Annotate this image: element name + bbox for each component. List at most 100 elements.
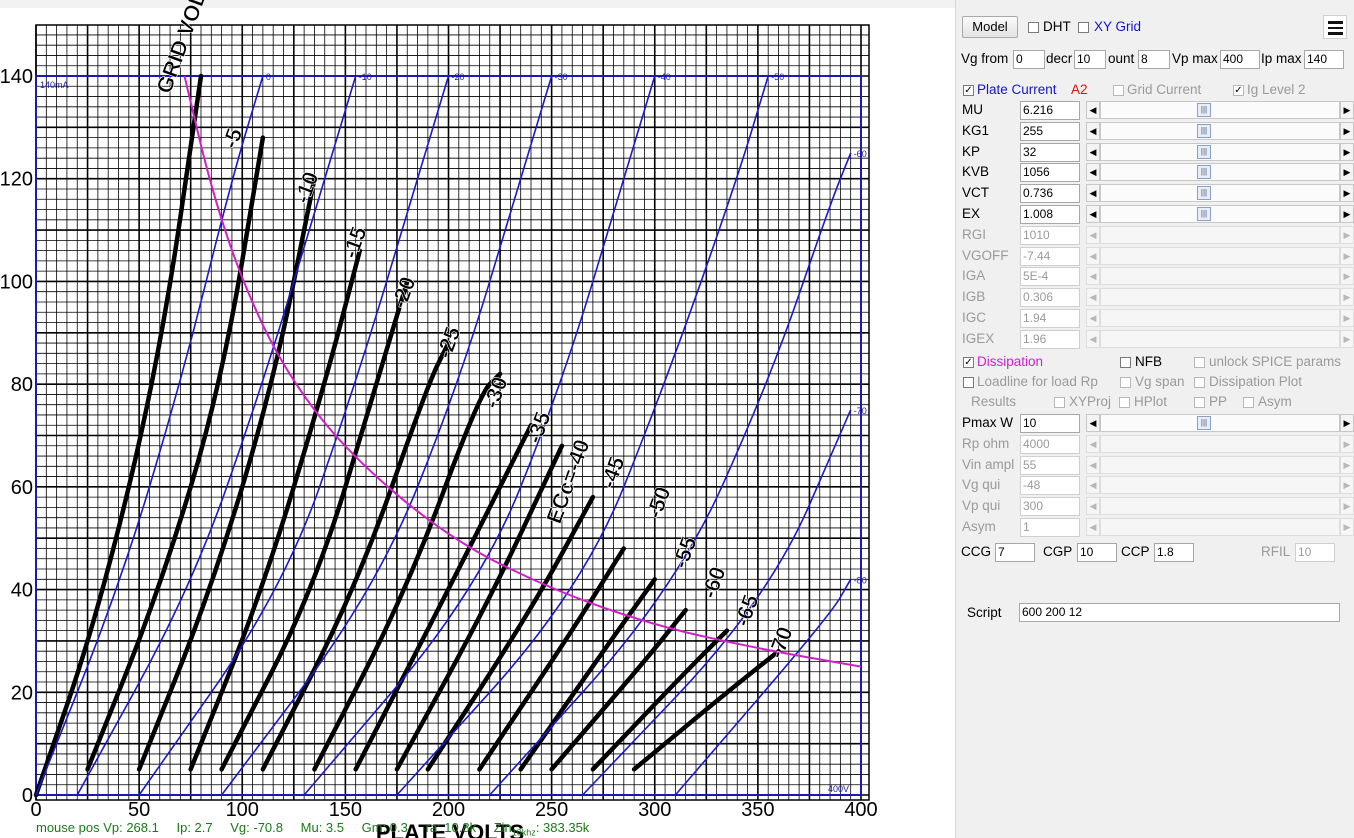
slider-track[interactable] — [1100, 246, 1340, 265]
slider-track[interactable]: ||| — [1100, 205, 1340, 223]
slider-right-arrow-icon[interactable]: ▶ — [1340, 121, 1354, 140]
slider-right-arrow-icon[interactable]: ▶ — [1340, 225, 1354, 244]
unlock-spice-checkbox[interactable] — [1194, 357, 1205, 368]
slider-left-arrow-icon[interactable]: ◀ — [1086, 101, 1100, 119]
slider-right-arrow-icon[interactable]: ▶ — [1340, 434, 1354, 453]
param-slider-rp-ohm[interactable]: ◀ ▶ — [1086, 434, 1354, 453]
param-input-pmax-w[interactable]: 10 — [1020, 414, 1080, 433]
param-slider-igex[interactable]: ◀ ▶ — [1086, 329, 1354, 348]
param-slider-vin-ampl[interactable]: ◀ ▶ — [1086, 455, 1354, 474]
slider-right-arrow-icon[interactable]: ▶ — [1340, 497, 1354, 516]
xyproj-checkbox[interactable] — [1054, 397, 1065, 408]
param-slider-ex[interactable]: ||| ◀ ▶ — [1086, 205, 1354, 223]
nfb-checkbox[interactable] — [1120, 357, 1131, 368]
param-input-kg1[interactable]: 255 — [1020, 121, 1080, 141]
dht-checkbox[interactable] — [1028, 22, 1039, 33]
slider-right-arrow-icon[interactable]: ▶ — [1340, 142, 1354, 161]
slider-left-arrow-icon[interactable]: ◀ — [1086, 497, 1100, 516]
param-input-vp-qui[interactable]: 300 — [1020, 497, 1080, 517]
param-slider-vct[interactable]: ||| ◀ ▶ — [1086, 184, 1354, 203]
slider-right-arrow-icon[interactable]: ▶ — [1340, 309, 1354, 327]
slider-left-arrow-icon[interactable]: ◀ — [1086, 121, 1100, 140]
slider-thumb[interactable]: ||| — [1197, 123, 1211, 138]
vg-span-checkbox[interactable] — [1120, 377, 1131, 388]
slider-thumb[interactable]: ||| — [1197, 186, 1211, 201]
slider-track[interactable] — [1100, 434, 1340, 453]
param-input-igex[interactable]: 1.96 — [1020, 329, 1080, 349]
ccp-input[interactable]: 1.8 — [1154, 543, 1194, 562]
slider-left-arrow-icon[interactable]: ◀ — [1086, 288, 1100, 307]
dissipation-checkbox[interactable]: ✓ — [963, 357, 974, 368]
param-slider-kp[interactable]: ||| ◀ ▶ — [1086, 142, 1354, 161]
param-input-asym[interactable]: 1 — [1020, 518, 1080, 537]
param-slider-vp-qui[interactable]: ◀ ▶ — [1086, 497, 1354, 516]
slider-right-arrow-icon[interactable]: ▶ — [1340, 163, 1354, 182]
xy-grid-checkbox[interactable] — [1078, 22, 1089, 33]
param-slider-iga[interactable]: ◀ ▶ — [1086, 267, 1354, 286]
slider-left-arrow-icon[interactable]: ◀ — [1086, 225, 1100, 244]
ccg-input[interactable]: 7 — [995, 543, 1035, 562]
slider-left-arrow-icon[interactable]: ◀ — [1086, 329, 1100, 348]
slider-track[interactable] — [1100, 497, 1340, 516]
param-slider-mu[interactable]: ||| ◀ ▶ — [1086, 101, 1354, 119]
slider-right-arrow-icon[interactable]: ▶ — [1340, 476, 1354, 495]
ip-max-input[interactable]: 140 — [1304, 50, 1344, 69]
param-input-mu[interactable]: 6.216 — [1020, 101, 1080, 120]
param-input-iga[interactable]: 5E-4 — [1020, 267, 1080, 287]
slider-track[interactable]: ||| — [1100, 101, 1340, 119]
slider-left-arrow-icon[interactable]: ◀ — [1086, 163, 1100, 182]
plate-current-checkbox[interactable]: ✓ — [963, 85, 974, 96]
param-input-kvb[interactable]: 1056 — [1020, 163, 1080, 183]
slider-track[interactable] — [1100, 225, 1340, 244]
param-input-vct[interactable]: 0.736 — [1020, 184, 1080, 204]
model-button[interactable]: Model — [962, 16, 1018, 38]
param-slider-vg-qui[interactable]: ◀ ▶ — [1086, 476, 1354, 495]
param-slider-vgoff[interactable]: ◀ ▶ — [1086, 246, 1354, 265]
slider-thumb[interactable]: ||| — [1197, 103, 1211, 117]
slider-right-arrow-icon[interactable]: ▶ — [1340, 267, 1354, 286]
slider-right-arrow-icon[interactable]: ▶ — [1340, 414, 1354, 432]
slider-thumb[interactable]: ||| — [1197, 207, 1211, 221]
plate-curve-chart[interactable]: 0 50 100 150 200 250 300 350 400 0 20 40 60 80 100 120 1… — [0, 0, 955, 838]
slider-right-arrow-icon[interactable]: ▶ — [1340, 246, 1354, 265]
param-input-vgoff[interactable]: -7.44 — [1020, 246, 1080, 266]
slider-left-arrow-icon[interactable]: ◀ — [1086, 414, 1100, 432]
slider-left-arrow-icon[interactable]: ◀ — [1086, 205, 1100, 223]
rfil-input[interactable]: 10 — [1295, 543, 1335, 562]
slider-left-arrow-icon[interactable]: ◀ — [1086, 246, 1100, 265]
param-input-vg-qui[interactable]: -48 — [1020, 476, 1080, 496]
slider-thumb[interactable]: ||| — [1197, 165, 1211, 180]
decr-input[interactable]: 10 — [1074, 50, 1106, 69]
param-input-igb[interactable]: 0.306 — [1020, 288, 1080, 308]
asym-checkbox[interactable] — [1243, 397, 1254, 408]
slider-right-arrow-icon[interactable]: ▶ — [1340, 288, 1354, 307]
param-input-igc[interactable]: 1.94 — [1020, 309, 1080, 328]
slider-right-arrow-icon[interactable]: ▶ — [1340, 101, 1354, 119]
param-slider-igb[interactable]: ◀ ▶ — [1086, 288, 1354, 307]
slider-track[interactable] — [1100, 288, 1340, 307]
slider-track[interactable]: ||| — [1100, 184, 1340, 203]
param-input-vin-ampl[interactable]: 55 — [1020, 455, 1080, 475]
slider-left-arrow-icon[interactable]: ◀ — [1086, 434, 1100, 453]
param-input-kp[interactable]: 32 — [1020, 142, 1080, 162]
param-input-rp-ohm[interactable]: 4000 — [1020, 434, 1080, 454]
slider-track[interactable] — [1100, 518, 1340, 536]
hplot-checkbox[interactable] — [1119, 397, 1130, 408]
slider-right-arrow-icon[interactable]: ▶ — [1340, 518, 1354, 536]
slider-thumb[interactable]: ||| — [1197, 144, 1211, 159]
param-slider-pmax-w[interactable]: ||| ◀ ▶ — [1086, 414, 1354, 432]
slider-left-arrow-icon[interactable]: ◀ — [1086, 455, 1100, 474]
slider-track[interactable]: ||| — [1100, 121, 1340, 140]
results-label[interactable]: Results — [971, 393, 1016, 411]
slider-left-arrow-icon[interactable]: ◀ — [1086, 184, 1100, 203]
slider-track[interactable]: ||| — [1100, 142, 1340, 161]
slider-left-arrow-icon[interactable]: ◀ — [1086, 518, 1100, 536]
cgp-input[interactable]: 10 — [1077, 543, 1117, 562]
loadline-checkbox[interactable] — [963, 377, 974, 388]
slider-left-arrow-icon[interactable]: ◀ — [1086, 142, 1100, 161]
slider-right-arrow-icon[interactable]: ▶ — [1340, 205, 1354, 223]
param-input-rgi[interactable]: 1010 — [1020, 225, 1080, 245]
slider-right-arrow-icon[interactable]: ▶ — [1340, 455, 1354, 474]
vg-from-input[interactable]: 0 — [1013, 50, 1045, 69]
script-input[interactable]: 600 200 12 — [1019, 603, 1340, 622]
